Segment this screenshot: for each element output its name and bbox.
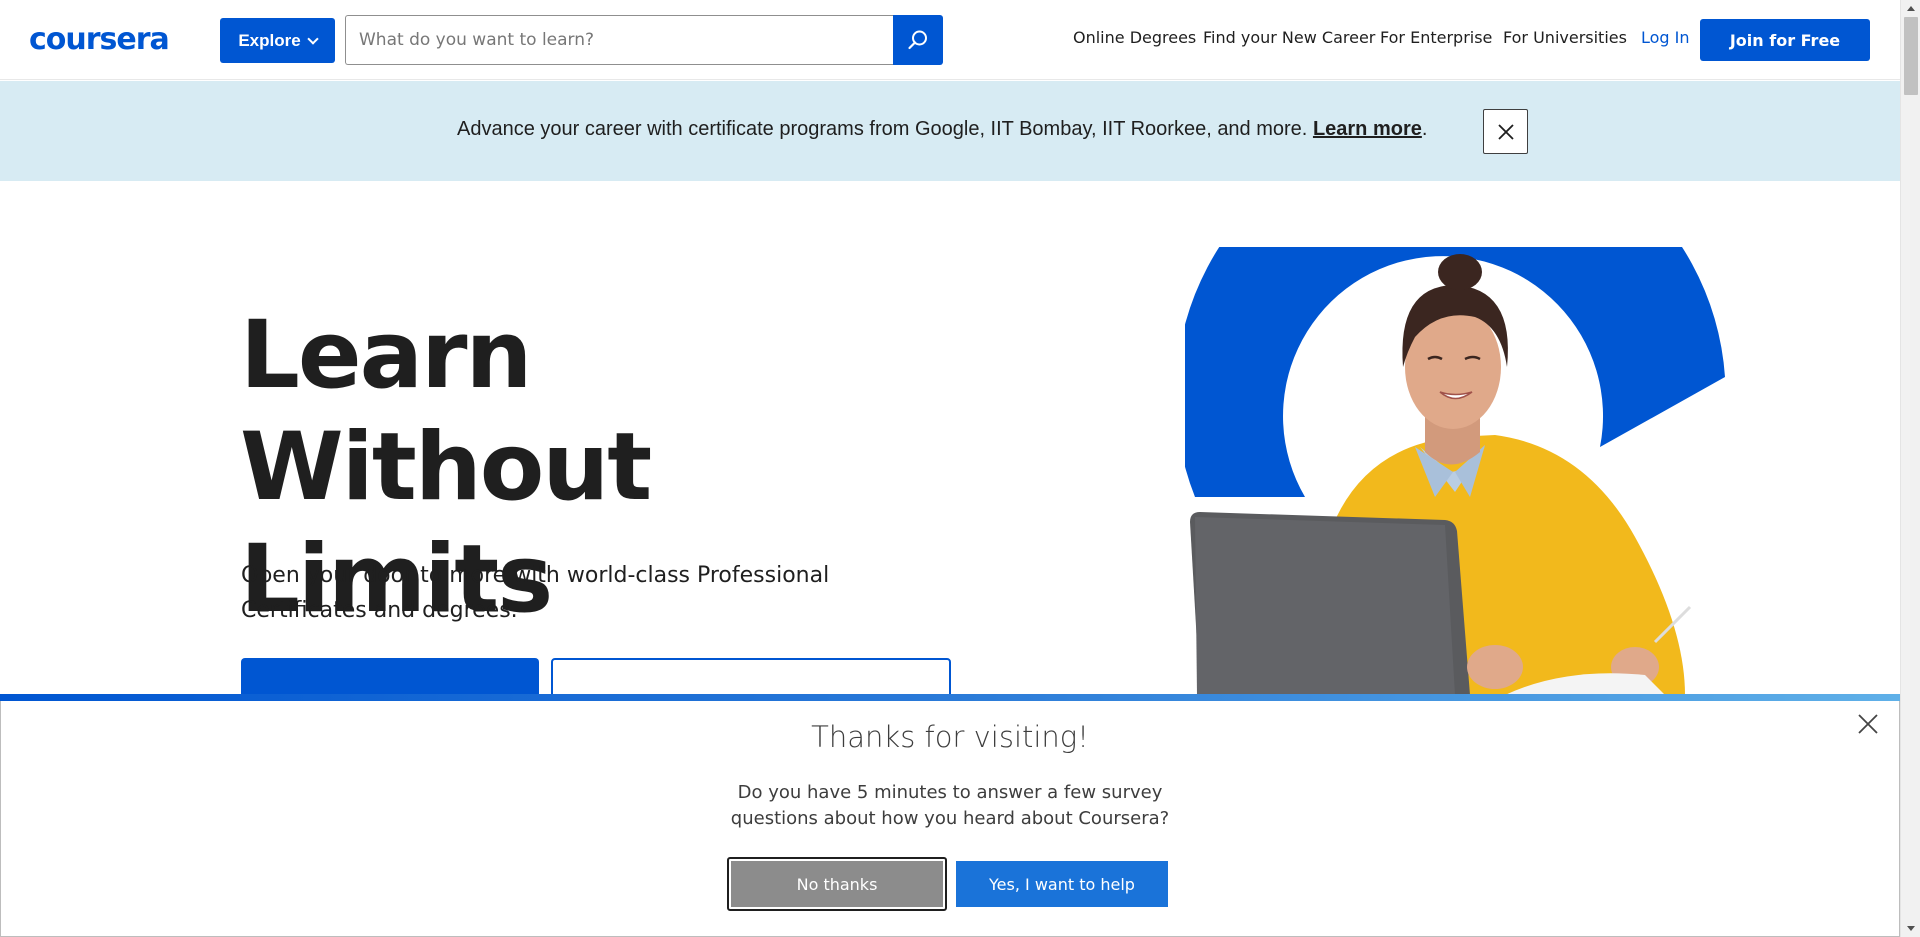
scrollbar-thumb[interactable] bbox=[1904, 17, 1918, 95]
nav-find-career[interactable]: Find your New Career bbox=[1203, 28, 1375, 47]
login-link[interactable]: Log In bbox=[1641, 28, 1690, 47]
hero-illustration bbox=[1185, 247, 1745, 695]
search-button[interactable] bbox=[893, 15, 943, 65]
no-thanks-label: No thanks bbox=[731, 861, 943, 907]
survey-question: Do you have 5 minutes to answer a few su… bbox=[730, 782, 1170, 829]
triangle-up-icon bbox=[1907, 6, 1915, 11]
search-field-wrapper bbox=[345, 15, 894, 65]
nav-for-enterprise[interactable]: For Enterprise bbox=[1380, 28, 1492, 47]
hero-student-image bbox=[1185, 247, 1725, 695]
survey-top-accent bbox=[0, 694, 1900, 701]
top-navigation: coursera Explore Online Degrees Find you… bbox=[0, 0, 1900, 80]
announcement-banner: Advance your career with certificate pro… bbox=[0, 81, 1900, 181]
banner-trailing: . bbox=[1421, 118, 1428, 140]
scroll-down-arrow[interactable] bbox=[1901, 920, 1920, 937]
explore-label: Explore bbox=[238, 30, 301, 50]
nav-for-universities[interactable]: For Universities bbox=[1503, 28, 1627, 47]
survey-title: Thanks for visiting! bbox=[811, 720, 1089, 754]
banner-close-button[interactable] bbox=[1483, 109, 1528, 154]
nav-online-degrees[interactable]: Online Degrees bbox=[1073, 28, 1196, 47]
hero-subtitle: Open your door to more with world-class … bbox=[241, 563, 830, 623]
no-thanks-button[interactable]: No thanks bbox=[727, 857, 947, 911]
scroll-up-arrow[interactable] bbox=[1901, 0, 1920, 17]
coursera-logo[interactable]: coursera bbox=[29, 22, 170, 58]
close-icon bbox=[1497, 123, 1514, 140]
search-icon bbox=[908, 30, 927, 50]
banner-learn-more-link[interactable]: Learn more bbox=[1313, 118, 1422, 140]
triangle-down-icon bbox=[1907, 926, 1915, 931]
close-icon bbox=[1858, 714, 1878, 734]
join-for-free-button[interactable]: Join for Free bbox=[1700, 19, 1870, 61]
explore-button[interactable]: Explore bbox=[220, 18, 335, 63]
yes-help-button[interactable]: Yes, I want to help bbox=[956, 861, 1168, 907]
banner-text: Advance your career with certificate pro… bbox=[457, 118, 1308, 140]
survey-close-button[interactable] bbox=[1854, 710, 1882, 738]
page-scrollbar[interactable] bbox=[1900, 0, 1920, 937]
search-input[interactable] bbox=[359, 30, 894, 50]
banner-message: Advance your career with certificate pro… bbox=[457, 118, 1427, 141]
chevron-down-icon bbox=[307, 32, 319, 45]
